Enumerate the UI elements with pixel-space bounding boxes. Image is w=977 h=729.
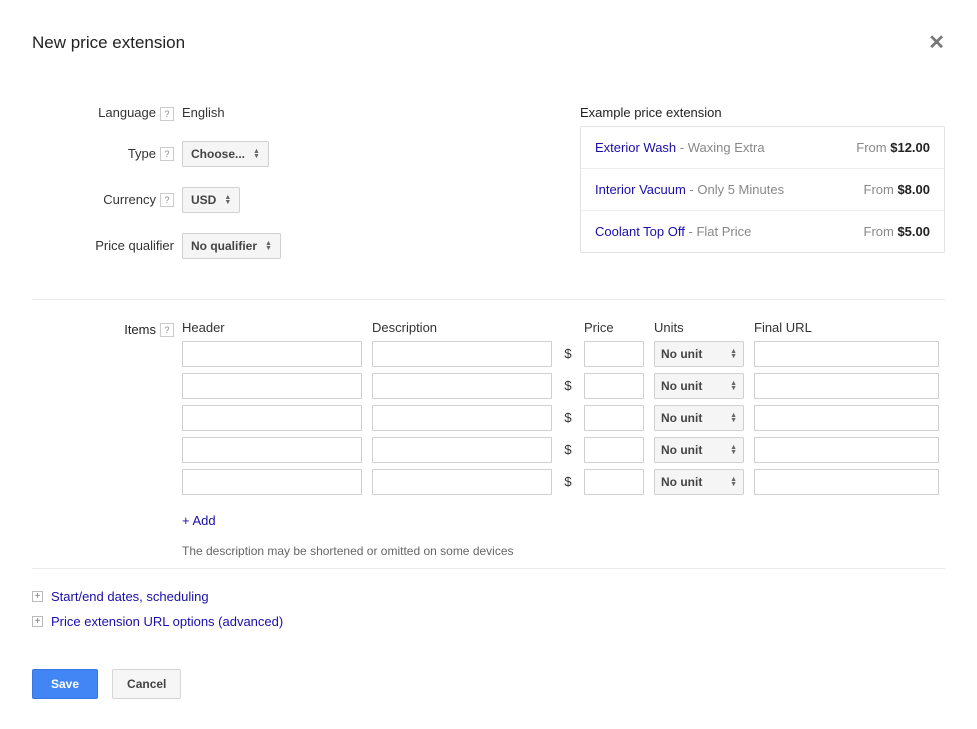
- chevron-updown-icon: ▲▼: [730, 477, 737, 487]
- price-input[interactable]: [584, 437, 644, 463]
- final-url-input[interactable]: [754, 469, 939, 495]
- chevron-updown-icon: ▲▼: [730, 381, 737, 391]
- item-row: $ No unit▲▼: [182, 437, 945, 463]
- expand-icon[interactable]: +: [32, 591, 43, 602]
- divider: [32, 299, 945, 300]
- col-header: Header: [182, 320, 362, 335]
- example-link[interactable]: Interior Vacuum: [595, 182, 686, 197]
- close-icon[interactable]: ✕: [928, 30, 945, 55]
- description-input[interactable]: [372, 437, 552, 463]
- currency-symbol: $: [562, 410, 574, 425]
- page-title: New price extension: [32, 33, 185, 53]
- chevron-updown-icon: ▲▼: [253, 149, 260, 159]
- item-row: $ No unit▲▼: [182, 405, 945, 431]
- example-link[interactable]: Coolant Top Off: [595, 224, 685, 239]
- example-title: Example price extension: [580, 105, 945, 120]
- language-value: English: [182, 105, 225, 120]
- example-price: $8.00: [897, 182, 930, 197]
- items-label: Items?: [32, 320, 182, 558]
- description-input[interactable]: [372, 373, 552, 399]
- chevron-updown-icon: ▲▼: [224, 195, 231, 205]
- type-label: Type?: [32, 146, 182, 162]
- unit-select[interactable]: No unit▲▼: [654, 373, 744, 399]
- scheduling-link[interactable]: Start/end dates, scheduling: [51, 589, 209, 604]
- settings-column: Language? English Type? Choose... ▲▼ Cur…: [32, 105, 540, 279]
- chevron-updown-icon: ▲▼: [265, 241, 272, 251]
- col-final-url: Final URL: [754, 320, 939, 335]
- example-link[interactable]: Exterior Wash: [595, 140, 676, 155]
- example-desc: Waxing Extra: [688, 140, 765, 155]
- divider: [32, 568, 945, 569]
- currency-symbol: $: [562, 442, 574, 457]
- help-icon[interactable]: ?: [160, 193, 174, 207]
- final-url-input[interactable]: [754, 405, 939, 431]
- language-label: Language?: [32, 105, 182, 121]
- example-desc: Only 5 Minutes: [697, 182, 784, 197]
- help-icon[interactable]: ?: [160, 107, 174, 121]
- type-select[interactable]: Choose... ▲▼: [182, 141, 269, 167]
- items-note: The description may be shortened or omit…: [182, 544, 945, 558]
- currency-select[interactable]: USD ▲▼: [182, 187, 240, 213]
- final-url-input[interactable]: [754, 437, 939, 463]
- description-input[interactable]: [372, 341, 552, 367]
- chevron-updown-icon: ▲▼: [730, 445, 737, 455]
- example-price: $5.00: [897, 224, 930, 239]
- add-item-link[interactable]: + Add: [182, 513, 216, 528]
- unit-select[interactable]: No unit▲▼: [654, 437, 744, 463]
- price-input[interactable]: [584, 405, 644, 431]
- example-box: Exterior Wash - Waxing Extra From $12.00…: [580, 126, 945, 253]
- help-icon[interactable]: ?: [160, 323, 174, 337]
- currency-symbol: $: [562, 378, 574, 393]
- col-units: Units: [654, 320, 744, 335]
- chevron-updown-icon: ▲▼: [730, 349, 737, 359]
- header-input[interactable]: [182, 469, 362, 495]
- currency-symbol: $: [562, 346, 574, 361]
- item-row: $ No unit▲▼: [182, 373, 945, 399]
- chevron-updown-icon: ▲▼: [730, 413, 737, 423]
- price-input[interactable]: [584, 373, 644, 399]
- qualifier-label: Price qualifier: [32, 238, 182, 253]
- example-price: $12.00: [890, 140, 930, 155]
- example-desc: Flat Price: [696, 224, 751, 239]
- expand-icon[interactable]: +: [32, 616, 43, 627]
- price-input[interactable]: [584, 469, 644, 495]
- cancel-button[interactable]: Cancel: [112, 669, 181, 699]
- description-input[interactable]: [372, 469, 552, 495]
- col-description: Description: [372, 320, 552, 335]
- unit-select[interactable]: No unit▲▼: [654, 469, 744, 495]
- final-url-input[interactable]: [754, 373, 939, 399]
- item-row: $ No unit▲▼: [182, 469, 945, 495]
- header-input[interactable]: [182, 405, 362, 431]
- price-input[interactable]: [584, 341, 644, 367]
- col-price: Price: [584, 320, 644, 335]
- final-url-input[interactable]: [754, 341, 939, 367]
- header-input[interactable]: [182, 341, 362, 367]
- example-row: Exterior Wash - Waxing Extra From $12.00: [581, 127, 944, 169]
- item-row: $ No unit▲▼: [182, 341, 945, 367]
- unit-select[interactable]: No unit▲▼: [654, 341, 744, 367]
- currency-label: Currency?: [32, 192, 182, 208]
- header-input[interactable]: [182, 437, 362, 463]
- example-row: Interior Vacuum - Only 5 Minutes From $8…: [581, 169, 944, 211]
- header-input[interactable]: [182, 373, 362, 399]
- url-options-link[interactable]: Price extension URL options (advanced): [51, 614, 283, 629]
- help-icon[interactable]: ?: [160, 147, 174, 161]
- description-input[interactable]: [372, 405, 552, 431]
- qualifier-select[interactable]: No qualifier ▲▼: [182, 233, 281, 259]
- save-button[interactable]: Save: [32, 669, 98, 699]
- currency-symbol: $: [562, 474, 574, 489]
- example-row: Coolant Top Off - Flat Price From $5.00: [581, 211, 944, 252]
- unit-select[interactable]: No unit▲▼: [654, 405, 744, 431]
